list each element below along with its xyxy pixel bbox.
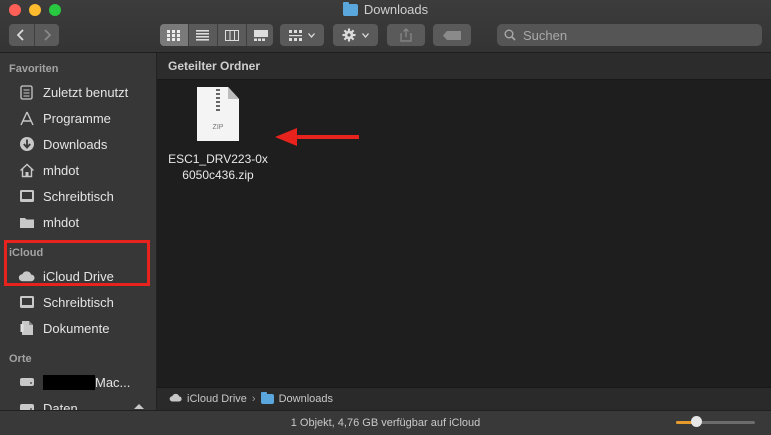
zip-file-icon: ZIP [197, 87, 239, 141]
desktop-icon [18, 294, 35, 311]
back-button[interactable] [9, 24, 35, 46]
folder-icon [342, 1, 358, 16]
redacted-block [43, 374, 95, 390]
path-bar: iCloud Drive › Downloads [157, 387, 771, 410]
sidebar-item-home[interactable]: mhdot [0, 157, 156, 183]
group-by-button[interactable] [280, 24, 324, 46]
documents-icon [18, 320, 35, 337]
file-browser-area: Geteilter Ordner ZIP ESC1_DRV223-0x 6050… [157, 53, 771, 387]
sidebar-item-recents[interactable]: Zuletzt benutzt [0, 79, 156, 105]
applications-icon [18, 110, 35, 127]
window-title-text: Downloads [363, 2, 429, 17]
gallery-view-button[interactable] [247, 24, 275, 46]
sidebar-item-label: Schreibtisch [43, 294, 114, 310]
sidebar-item-folder[interactable]: mhdot [0, 209, 156, 235]
sidebar-item-label: Zuletzt benutzt [43, 84, 129, 100]
share-icon [400, 28, 412, 42]
slider-knob[interactable] [690, 416, 702, 427]
sidebar-item-label: Mac... [95, 374, 131, 390]
folder-icon [260, 392, 274, 404]
downloads-icon [18, 136, 35, 153]
sidebar-item-label: mhdot [43, 162, 80, 178]
path-segment-downloads[interactable]: Downloads [279, 393, 333, 405]
gear-icon [342, 28, 356, 42]
forward-button[interactable] [35, 24, 60, 46]
action-menu-button[interactable] [333, 24, 378, 46]
home-icon [18, 162, 35, 179]
sidebar-item-downloads[interactable]: Downloads [0, 131, 156, 157]
tag-icon [443, 30, 461, 40]
sidebar-item-mac[interactable]: Mac... [0, 369, 156, 395]
search-field[interactable] [497, 24, 762, 46]
sidebar-section-favorites: Favoriten [9, 63, 59, 75]
column-view-button[interactable] [218, 24, 247, 46]
sidebar-item-documents[interactable]: Dokumente [0, 315, 156, 341]
chevron-down-icon [362, 32, 369, 38]
search-icon [504, 29, 516, 41]
sidebar-item-desktop[interactable]: Schreibtisch [0, 183, 156, 209]
group-grid-icon [289, 29, 302, 41]
icon-view-button[interactable] [159, 24, 189, 46]
chevron-down-icon [308, 32, 315, 38]
list-view-button[interactable] [189, 24, 218, 46]
sidebar-item-label: mhdot [43, 214, 80, 230]
file-name: ESC1_DRV223-0x 6050c436.zip [168, 152, 268, 182]
status-bar: 1 Objekt, 4,76 GB verfügbar auf iCloud [0, 410, 771, 435]
file-item-zip[interactable]: ZIP ESC1_DRV223-0x 6050c436.zip [163, 87, 273, 183]
back-forward-control [9, 24, 59, 46]
list-icon [196, 29, 209, 41]
chevron-right-icon [44, 29, 51, 41]
view-mode-control [159, 24, 275, 46]
status-text: 1 Objekt, 4,76 GB verfügbar auf iCloud [290, 417, 481, 429]
window-title: Downloads [0, 1, 771, 17]
folder-icon [18, 214, 35, 231]
sidebar-item-label: Dokumente [43, 320, 110, 336]
sidebar-item-applications[interactable]: Programme [0, 105, 156, 131]
disk-icon [18, 374, 35, 391]
desktop-icon [18, 188, 35, 205]
sidebar-item-label: Downloads [43, 136, 108, 152]
tags-button[interactable] [433, 24, 471, 46]
chevron-right-icon: › [251, 393, 256, 405]
group-header: Geteilter Ordner [157, 53, 771, 80]
annotation-arrow-icon [275, 128, 359, 146]
share-button[interactable] [387, 24, 425, 46]
path-segment-icloud[interactable]: iCloud Drive [187, 393, 247, 405]
recents-icon [18, 84, 35, 101]
sidebar-item-label: Programme [43, 110, 111, 126]
columns-icon [224, 29, 239, 41]
sidebar-item-label: Schreibtisch [43, 188, 114, 204]
icon-size-slider[interactable] [676, 416, 755, 427]
titlebar: Downloads [0, 0, 771, 53]
cloud-icon [169, 393, 182, 405]
gallery-icon [253, 29, 268, 41]
chevron-left-icon [17, 29, 24, 41]
search-input[interactable] [521, 26, 745, 44]
sidebar-section-locations: Orte [9, 353, 32, 365]
sidebar-item-icloud-desktop[interactable]: Schreibtisch [0, 289, 156, 315]
annotation-highlight-box [4, 240, 150, 286]
grid-icon [167, 29, 180, 41]
sidebar: Favoriten Zuletzt benutzt Programme Down… [0, 53, 157, 413]
